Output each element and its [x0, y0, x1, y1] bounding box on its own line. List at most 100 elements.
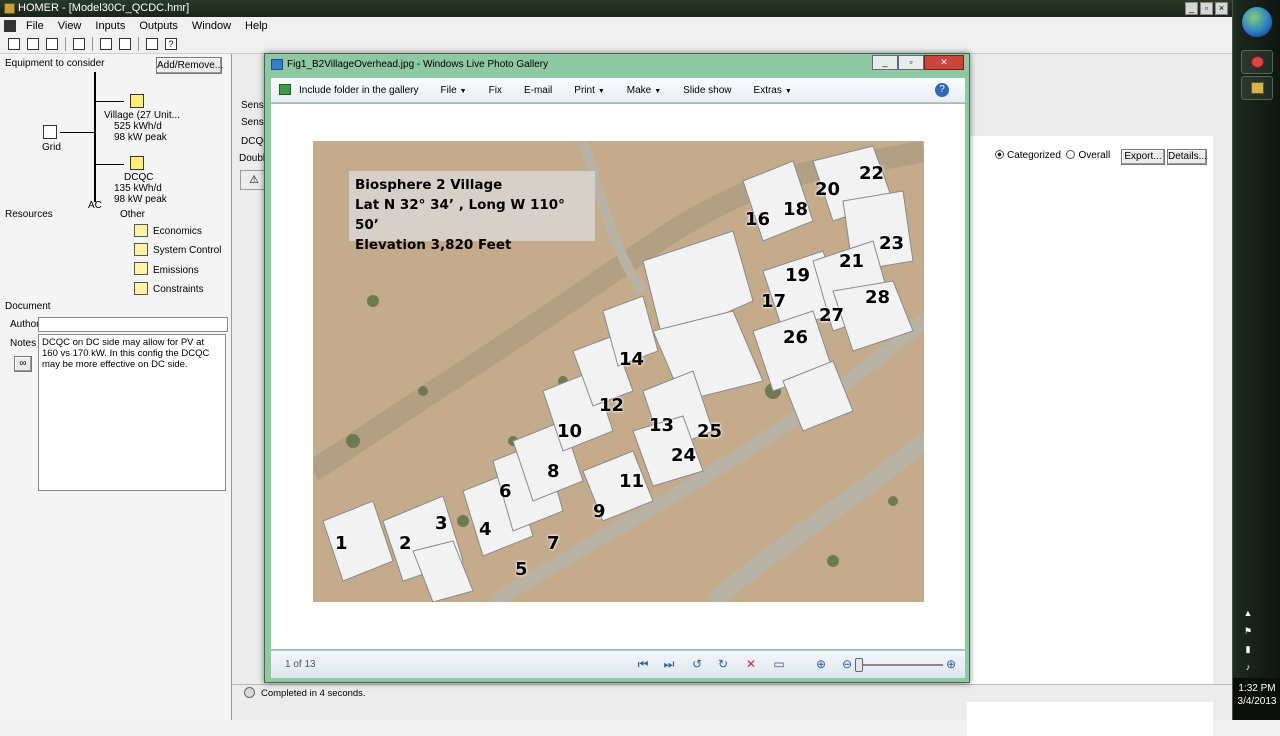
zoom-slider-track[interactable] — [859, 664, 943, 666]
homer-menu-bar: File View Inputs Outputs Window Help — [0, 17, 1232, 34]
results-table — [967, 136, 1213, 736]
document-label: Document — [5, 301, 51, 312]
chevron-down-icon: ▼ — [784, 87, 792, 95]
cmd-make-label: Make — [626, 84, 652, 96]
overall-radio[interactable] — [1066, 150, 1076, 159]
categorized-radio[interactable] — [995, 150, 1004, 159]
open-folder-icon[interactable] — [27, 37, 39, 50]
notes-field[interactable]: DCQC on DC side may allow for PV at 160 … — [38, 334, 226, 491]
author-field[interactable] — [38, 317, 228, 332]
economics-link[interactable]: Economics — [153, 226, 202, 237]
taskbar-app-chrome[interactable] — [1241, 50, 1273, 74]
details-button[interactable]: Details... — [1167, 149, 1207, 165]
zoom-out-icon[interactable]: ⊖ — [839, 657, 855, 671]
cmd-email[interactable]: E-mail — [513, 85, 563, 96]
clock-time: 1:32 PM — [1238, 683, 1276, 694]
delete-icon[interactable]: ✕ — [743, 657, 759, 671]
tray-arrow-icon[interactable]: ▲ — [1241, 608, 1255, 618]
export-button[interactable]: Export... — [1121, 149, 1165, 165]
close-button[interactable]: × — [1215, 2, 1228, 15]
help-icon[interactable]: ? — [165, 37, 177, 50]
help-icon[interactable]: ? — [935, 83, 949, 97]
other-label: Other — [120, 209, 146, 220]
system-control-icon[interactable] — [134, 243, 148, 256]
zoom-slider-thumb[interactable] — [855, 658, 863, 672]
cmd-slide-show[interactable]: Slide show — [672, 85, 742, 96]
glasses-icon[interactable]: ∞ — [14, 356, 32, 372]
building-number-label: 2 — [399, 533, 412, 554]
rotate-right-icon[interactable]: ↻ — [715, 657, 731, 671]
settings-icon[interactable] — [146, 37, 158, 50]
gallery-close-button[interactable]: ✕ — [924, 55, 964, 70]
cmd-print[interactable]: Print ▼ — [563, 85, 616, 96]
menu-outputs[interactable]: Outputs — [139, 20, 178, 32]
building-number-label: 9 — [593, 501, 606, 522]
cmd-fix[interactable]: Fix — [478, 85, 513, 96]
building-number-label: 12 — [599, 395, 625, 416]
photo-gallery-icon — [271, 59, 283, 70]
toolbar-separator — [65, 36, 66, 51]
cmd-extras[interactable]: Extras ▼ — [743, 85, 803, 96]
cmd-include-folder[interactable]: Include folder in the gallery — [271, 84, 430, 96]
grid-icon[interactable] — [43, 125, 57, 139]
resources-label: Resources — [5, 209, 53, 220]
homer-title-bar: HOMER - [Model30Cr_QCDC.hmr] _ ▫ × — [0, 0, 1232, 17]
next-photo-icon[interactable]: ⏭ — [661, 657, 677, 671]
homer-toolbar: ? — [0, 34, 1232, 54]
menu-view[interactable]: View — [58, 20, 82, 32]
cmd-make[interactable]: Make ▼ — [616, 85, 672, 96]
gallery-minimize-button[interactable]: _ — [872, 55, 898, 70]
dcqc-load-icon[interactable] — [130, 156, 144, 170]
zoom-in-icon[interactable]: ⊕ — [943, 657, 959, 671]
photo-gallery-window: Fig1_B2VillageOverhead.jpg - Windows Liv… — [264, 53, 970, 683]
building-number-label: 13 — [649, 415, 675, 436]
economics-icon[interactable] — [134, 224, 148, 237]
building-number-label: 1 — [335, 533, 348, 554]
gallery-restore-button[interactable]: ▫ — [898, 55, 924, 70]
menu-help[interactable]: Help — [245, 20, 268, 32]
constraints-link[interactable]: Constraints — [153, 284, 204, 295]
browser-icon — [1251, 56, 1264, 68]
gallery-window-controls: _ ▫ ✕ — [872, 55, 964, 70]
cmd-file-label: File — [440, 84, 457, 96]
slideshow-icon[interactable]: ▭ — [771, 657, 787, 671]
taskbar-clock[interactable]: 1:32 PM 3/4/2013 — [1233, 682, 1280, 708]
village-load-icon[interactable] — [130, 94, 144, 108]
cmd-slide-show-label: Slide show — [683, 84, 732, 96]
tray-network-icon[interactable]: ▮ — [1241, 644, 1255, 654]
grid-icon[interactable] — [119, 37, 131, 50]
report-icon[interactable] — [73, 37, 85, 50]
building-number-label: 19 — [785, 265, 811, 286]
tray-flag-icon[interactable]: ⚑ — [1241, 626, 1255, 636]
cmd-file[interactable]: File ▼ — [430, 85, 478, 96]
tray-volume-icon[interactable]: ♪ — [1241, 662, 1255, 672]
first-photo-icon[interactable]: ⏮ — [635, 657, 651, 671]
homer-window-title: HOMER - [Model30Cr_QCDC.hmr] — [18, 2, 190, 14]
rotate-left-icon[interactable]: ↺ — [689, 657, 705, 671]
minimize-button[interactable]: _ — [1185, 2, 1198, 15]
grid-label: Grid — [42, 142, 61, 153]
menu-file[interactable]: File — [26, 20, 44, 32]
actual-size-icon[interactable]: ⊕ — [813, 657, 829, 671]
taskbar-app-homer[interactable] — [1241, 76, 1273, 100]
document-icon[interactable] — [4, 19, 16, 32]
save-icon[interactable] — [46, 37, 58, 50]
constraints-icon[interactable] — [134, 282, 148, 295]
system-control-link[interactable]: System Control — [153, 245, 221, 256]
new-file-icon[interactable] — [8, 37, 20, 50]
photo-counter: 1 of 13 — [285, 659, 316, 670]
village-aerial-photo[interactable]: Biosphere 2 Village Lat N 32° 34’ , Long… — [313, 141, 924, 602]
cmd-extras-label: Extras — [753, 84, 782, 96]
menu-window[interactable]: Window — [192, 20, 231, 32]
start-button-icon[interactable] — [1241, 6, 1273, 38]
building-number-label: 6 — [499, 481, 512, 502]
notes-label: Notes — [10, 338, 37, 349]
restore-button[interactable]: ▫ — [1200, 2, 1213, 15]
emissions-icon[interactable] — [134, 262, 148, 275]
add-remove-button[interactable]: Add/Remove... — [156, 57, 223, 74]
photo-caption-elevation: Elevation 3,820 Feet — [355, 237, 512, 253]
menu-inputs[interactable]: Inputs — [95, 20, 125, 32]
emissions-link[interactable]: Emissions — [153, 265, 199, 276]
table-icon[interactable] — [100, 37, 112, 50]
gallery-title-bar[interactable]: Fig1_B2VillageOverhead.jpg - Windows Liv… — [265, 54, 969, 76]
